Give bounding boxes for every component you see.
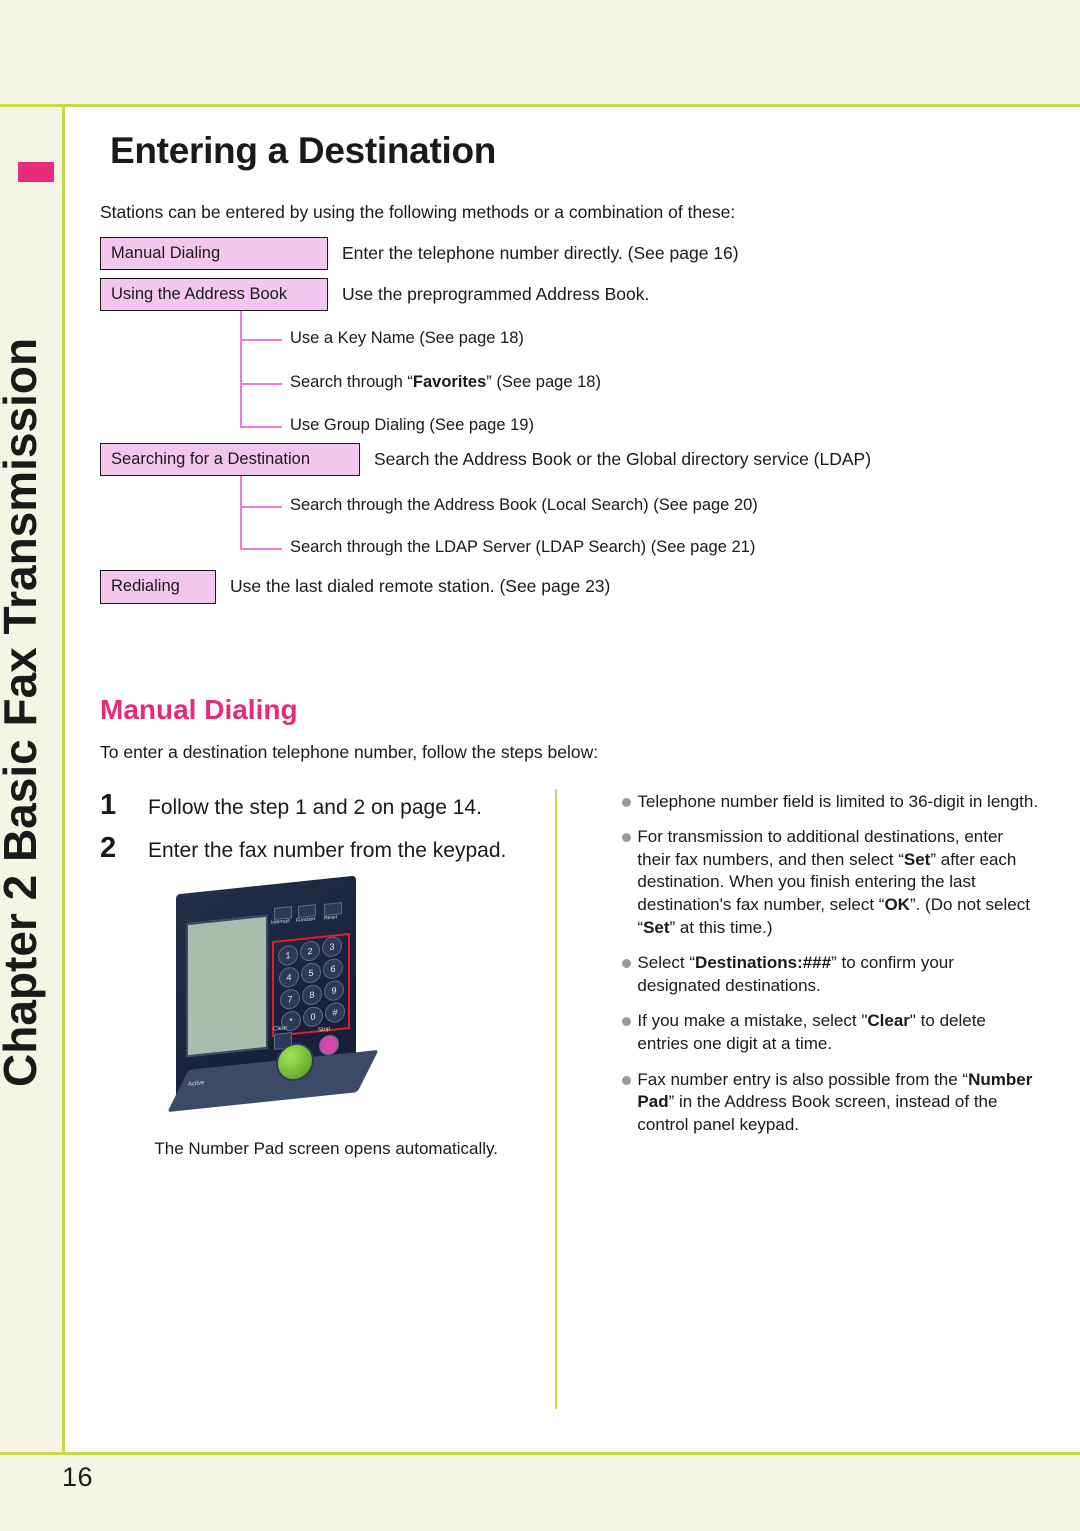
subitem-favorites-prefix: Search through “ xyxy=(290,373,413,392)
intro-paragraph: Stations can be entered by using the fol… xyxy=(100,202,736,222)
subitem-key-name: Use a Key Name (See page 18) xyxy=(290,329,524,348)
note-item: Select “Destinations:###” to confirm you… xyxy=(622,952,1040,997)
method-row-searching: Searching for a Destination Search the A… xyxy=(100,443,1040,477)
subitem-favorites-suffix: ” (See page 18) xyxy=(486,373,601,392)
key-7: 7 xyxy=(280,987,301,1010)
page-content: Entering a Destination Stations can be e… xyxy=(100,130,1040,1409)
tree-hline-2b xyxy=(240,548,282,551)
section-heading: Manual Dialing xyxy=(100,693,298,725)
method-text-redialing: Use the last dialed remote station. (See… xyxy=(230,576,611,597)
method-box-address-book: Using the Address Book xyxy=(100,278,328,312)
search-subtree: Search through the Address Book (Local S… xyxy=(100,476,1040,576)
manual-dialing-section: Manual Dialing To enter a destination te… xyxy=(100,693,1040,1409)
chapter-label: Chapter 2 Basic Fax Transmission xyxy=(0,337,46,1087)
note-text: Telephone number field is limited to 36-… xyxy=(637,791,1039,811)
control-panel-touchscreen xyxy=(186,914,269,1057)
control-panel-illustration: Interrupt Function Reset 1 2 3 4 5 6 7 8… xyxy=(167,875,476,1125)
note-item: If you make a mistake, select "Clear" to… xyxy=(622,1010,1040,1055)
note-text: Select “ xyxy=(637,953,696,973)
method-box-redialing: Redialing xyxy=(100,570,216,604)
page-title: Entering a Destination xyxy=(110,130,497,171)
reset-button-icon xyxy=(324,901,343,916)
step-2: 2 Enter the fax number from the keypad. xyxy=(100,832,552,865)
key-2: 2 xyxy=(300,939,321,962)
subitem-group-dialing: Use Group Dialing (See page 19) xyxy=(290,416,534,435)
subitem-favorites: Search through “Favorites” (See page 18) xyxy=(290,373,601,393)
numeric-keypad-highlight: 1 2 3 4 5 6 7 8 9 * 0 # xyxy=(272,932,351,1037)
methods-tree: Manual Dialing Enter the telephone numbe… xyxy=(100,237,1040,604)
step-1: 1 Follow the step 1 and 2 on page 14. xyxy=(100,789,552,822)
page-bottom-band xyxy=(0,1452,1080,1531)
subitem-ldap-search: Search through the LDAP Server (LDAP Sea… xyxy=(290,538,756,557)
illustration-caption: The Number Pad screen opens automaticall… xyxy=(154,1138,499,1158)
method-text-address-book: Use the preprogrammed Address Book. xyxy=(342,284,650,305)
tree-hline-2a xyxy=(240,506,282,509)
tree-hline-1c xyxy=(240,426,282,429)
clear-label: Clear xyxy=(273,1024,288,1033)
step-1-number: 1 xyxy=(100,788,117,821)
chapter-tab-marker xyxy=(18,162,54,182)
note-item: Telephone number field is limited to 36-… xyxy=(622,791,1040,814)
note-bold: Clear xyxy=(867,1011,910,1031)
notes-column: Telephone number field is limited to 36-… xyxy=(622,789,1040,1159)
key-0: 0 xyxy=(303,1005,324,1028)
method-row-address-book: Using the Address Book Use the preprogra… xyxy=(100,278,1040,312)
tree-hline-1b xyxy=(240,383,282,386)
method-box-searching: Searching for a Destination xyxy=(100,443,360,477)
address-book-subtree: Use a Key Name (See page 18) Search thro… xyxy=(100,311,1040,451)
note-bold: OK xyxy=(884,895,910,914)
stop-label: Stop xyxy=(318,1025,331,1034)
note-text: ” in the Address Book screen, instead of… xyxy=(637,1092,998,1134)
method-text-manual-dialing: Enter the telephone number directly. (Se… xyxy=(342,243,739,264)
key-5: 5 xyxy=(301,961,322,984)
key-8: 8 xyxy=(302,983,323,1006)
column-divider xyxy=(555,788,557,1409)
note-text: Fax number entry is also possible from t… xyxy=(637,1069,969,1089)
key-3: 3 xyxy=(322,935,343,958)
note-bold: Destinations:### xyxy=(695,953,832,973)
step-2-text: Enter the fax number from the keypad. xyxy=(148,838,507,862)
page-top-band xyxy=(0,0,1080,107)
note-item: Fax number entry is also possible from t… xyxy=(622,1069,1040,1137)
steps-column: 1 Follow the step 1 and 2 on page 14. 2 … xyxy=(100,789,552,1159)
key-hash: # xyxy=(325,1000,346,1024)
key-1: 1 xyxy=(278,943,299,967)
reset-label: Reset xyxy=(324,913,338,922)
status-active-label: Active xyxy=(188,1079,205,1088)
note-text: If you make a mistake, select " xyxy=(637,1011,868,1031)
section-subtext: To enter a destination telephone number,… xyxy=(100,741,599,762)
note-item: For transmission to additional destinati… xyxy=(622,826,1040,939)
step-1-text: Follow the step 1 and 2 on page 14. xyxy=(148,795,482,819)
key-4: 4 xyxy=(279,965,300,988)
note-text: ” at this time.) xyxy=(669,917,773,937)
key-9: 9 xyxy=(324,979,345,1002)
key-6: 6 xyxy=(323,957,344,980)
subitem-local-search: Search through the Address Book (Local S… xyxy=(290,496,758,515)
tree-vline-1 xyxy=(240,311,242,427)
method-row-redialing: Redialing Use the last dialed remote sta… xyxy=(100,570,1040,604)
method-text-searching: Search the Address Book or the Global di… xyxy=(374,449,872,470)
notes-list: Telephone number field is limited to 36-… xyxy=(622,791,1040,1137)
step-2-number: 2 xyxy=(100,831,117,864)
method-box-manual-dialing: Manual Dialing xyxy=(100,237,328,271)
steps-and-notes: 1 Follow the step 1 and 2 on page 14. 2 … xyxy=(100,788,1040,1409)
tree-hline-1a xyxy=(240,339,282,342)
note-bold: Set xyxy=(903,849,931,869)
method-row-manual-dialing: Manual Dialing Enter the telephone numbe… xyxy=(100,237,1040,271)
note-bold: Set xyxy=(643,917,670,937)
page-number: 16 xyxy=(62,1462,94,1492)
subitem-favorites-bold: Favorites xyxy=(412,373,487,392)
tree-vline-2 xyxy=(240,476,242,549)
